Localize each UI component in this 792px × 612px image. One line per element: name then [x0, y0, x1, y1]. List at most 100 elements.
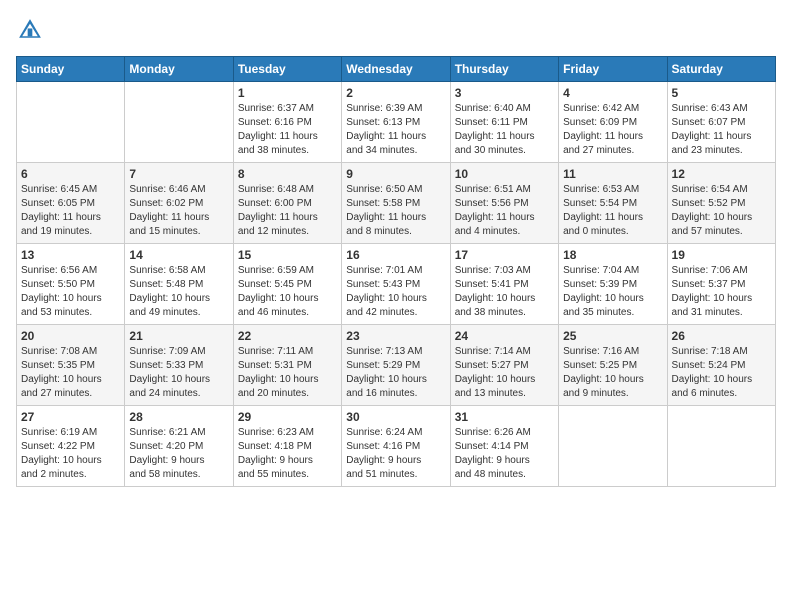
- day-number: 27: [21, 410, 120, 424]
- calendar-cell: 18 Sunrise: 7:04 AM Sunset: 5:39 PM Dayli…: [559, 244, 667, 325]
- weekday-header-friday: Friday: [559, 57, 667, 82]
- weekday-header-tuesday: Tuesday: [233, 57, 341, 82]
- day-info: Sunrise: 7:08 AM Sunset: 5:35 PM Dayligh…: [21, 345, 120, 401]
- calendar-cell: 8 Sunrise: 6:48 AM Sunset: 6:00 PM Daylig…: [233, 163, 341, 244]
- day-info: Sunrise: 7:18 AM Sunset: 5:24 PM Dayligh…: [672, 345, 771, 401]
- day-info: Sunrise: 6:23 AM Sunset: 4:18 PM Dayligh…: [238, 426, 337, 482]
- day-number: 18: [563, 248, 662, 262]
- day-info: Sunrise: 7:14 AM Sunset: 5:27 PM Dayligh…: [455, 345, 554, 401]
- calendar-cell: 7 Sunrise: 6:46 AM Sunset: 6:02 PM Daylig…: [125, 163, 233, 244]
- calendar-cell: 28 Sunrise: 6:21 AM Sunset: 4:20 PM Dayli…: [125, 406, 233, 487]
- day-number: 22: [238, 329, 337, 343]
- calendar-cell: 23Sunrise: 7:13 AM Sunset: 5:29 PM Dayli…: [342, 325, 450, 406]
- day-number: 17: [455, 248, 554, 262]
- day-info: Sunrise: 6:24 AM Sunset: 4:16 PM Dayligh…: [346, 426, 445, 482]
- day-info: Sunrise: 6:42 AM Sunset: 6:09 PM Dayligh…: [563, 102, 662, 158]
- day-info: Sunrise: 6:53 AM Sunset: 5:54 PM Dayligh…: [563, 183, 662, 239]
- day-number: 13: [21, 248, 120, 262]
- day-number: 28: [129, 410, 228, 424]
- day-number: 2: [346, 86, 445, 100]
- weekday-header-saturday: Saturday: [667, 57, 775, 82]
- calendar-cell: 12 Sunrise: 6:54 AM Sunset: 5:52 PM Dayli…: [667, 163, 775, 244]
- day-info: Sunrise: 7:13 AM Sunset: 5:29 PM Dayligh…: [346, 345, 445, 401]
- day-info: Sunrise: 6:19 AM Sunset: 4:22 PM Dayligh…: [21, 426, 120, 482]
- day-info: Sunrise: 6:46 AM Sunset: 6:02 PM Dayligh…: [129, 183, 228, 239]
- calendar-cell: 6 Sunrise: 6:45 AM Sunset: 6:05 PM Daylig…: [17, 163, 125, 244]
- day-info: Sunrise: 6:40 AM Sunset: 6:11 PM Dayligh…: [455, 102, 554, 158]
- calendar-cell: 16 Sunrise: 7:01 AM Sunset: 5:43 PM Dayli…: [342, 244, 450, 325]
- calendar-cell: 20 Sunrise: 7:08 AM Sunset: 5:35 PM Dayli…: [17, 325, 125, 406]
- calendar-cell: 4 Sunrise: 6:42 AM Sunset: 6:09 PM Daylig…: [559, 82, 667, 163]
- weekday-header-sunday: Sunday: [17, 57, 125, 82]
- page-header: [16, 16, 776, 44]
- day-info: Sunrise: 6:37 AM Sunset: 6:16 PM Dayligh…: [238, 102, 337, 158]
- day-number: 19: [672, 248, 771, 262]
- day-info: Sunrise: 6:21 AM Sunset: 4:20 PM Dayligh…: [129, 426, 228, 482]
- calendar-cell: 27 Sunrise: 6:19 AM Sunset: 4:22 PM Dayli…: [17, 406, 125, 487]
- day-info: Sunrise: 6:59 AM Sunset: 5:45 PM Dayligh…: [238, 264, 337, 320]
- week-row-1: 1Sunrise: 6:37 AM Sunset: 6:16 PM Daylig…: [17, 82, 776, 163]
- day-number: 14: [129, 248, 228, 262]
- day-info: Sunrise: 7:04 AM Sunset: 5:39 PM Dayligh…: [563, 264, 662, 320]
- day-number: 20: [21, 329, 120, 343]
- day-info: Sunrise: 6:56 AM Sunset: 5:50 PM Dayligh…: [21, 264, 120, 320]
- calendar-cell: 11 Sunrise: 6:53 AM Sunset: 5:54 PM Dayli…: [559, 163, 667, 244]
- day-info: Sunrise: 6:58 AM Sunset: 5:48 PM Dayligh…: [129, 264, 228, 320]
- day-number: 3: [455, 86, 554, 100]
- day-info: Sunrise: 7:11 AM Sunset: 5:31 PM Dayligh…: [238, 345, 337, 401]
- day-info: Sunrise: 6:43 AM Sunset: 6:07 PM Dayligh…: [672, 102, 771, 158]
- day-number: 6: [21, 167, 120, 181]
- logo-icon: [16, 16, 44, 44]
- calendar-cell: 15 Sunrise: 6:59 AM Sunset: 5:45 PM Dayli…: [233, 244, 341, 325]
- calendar-cell: 26 Sunrise: 7:18 AM Sunset: 5:24 PM Dayli…: [667, 325, 775, 406]
- calendar-cell: 14 Sunrise: 6:58 AM Sunset: 5:48 PM Dayli…: [125, 244, 233, 325]
- calendar-cell: 13 Sunrise: 6:56 AM Sunset: 5:50 PM Dayli…: [17, 244, 125, 325]
- day-info: Sunrise: 6:26 AM Sunset: 4:14 PM Dayligh…: [455, 426, 554, 482]
- day-number: 24: [455, 329, 554, 343]
- day-number: 25: [563, 329, 662, 343]
- day-number: 30: [346, 410, 445, 424]
- day-number: 15: [238, 248, 337, 262]
- week-row-4: 20 Sunrise: 7:08 AM Sunset: 5:35 PM Dayli…: [17, 325, 776, 406]
- week-row-5: 27 Sunrise: 6:19 AM Sunset: 4:22 PM Dayli…: [17, 406, 776, 487]
- week-row-2: 6 Sunrise: 6:45 AM Sunset: 6:05 PM Daylig…: [17, 163, 776, 244]
- calendar-cell: 9 Sunrise: 6:50 AM Sunset: 5:58 PM Daylig…: [342, 163, 450, 244]
- calendar-cell: 3 Sunrise: 6:40 AM Sunset: 6:11 PM Daylig…: [450, 82, 558, 163]
- day-number: 26: [672, 329, 771, 343]
- calendar-table: SundayMondayTuesdayWednesdayThursdayFrid…: [16, 56, 776, 487]
- calendar-cell: 21 Sunrise: 7:09 AM Sunset: 5:33 PM Dayli…: [125, 325, 233, 406]
- day-info: Sunrise: 6:39 AM Sunset: 6:13 PM Dayligh…: [346, 102, 445, 158]
- day-info: Sunrise: 7:09 AM Sunset: 5:33 PM Dayligh…: [129, 345, 228, 401]
- weekday-header-row: SundayMondayTuesdayWednesdayThursdayFrid…: [17, 57, 776, 82]
- day-number: 21: [129, 329, 228, 343]
- day-info: Sunrise: 6:48 AM Sunset: 6:00 PM Dayligh…: [238, 183, 337, 239]
- day-number: 11: [563, 167, 662, 181]
- calendar-cell: [17, 82, 125, 163]
- day-info: Sunrise: 6:54 AM Sunset: 5:52 PM Dayligh…: [672, 183, 771, 239]
- day-number: 16: [346, 248, 445, 262]
- day-number: 8: [238, 167, 337, 181]
- day-info: Sunrise: 7:01 AM Sunset: 5:43 PM Dayligh…: [346, 264, 445, 320]
- day-number: 4: [563, 86, 662, 100]
- day-info: Sunrise: 6:45 AM Sunset: 6:05 PM Dayligh…: [21, 183, 120, 239]
- day-info: Sunrise: 7:16 AM Sunset: 5:25 PM Dayligh…: [563, 345, 662, 401]
- calendar-cell: 5 Sunrise: 6:43 AM Sunset: 6:07 PM Daylig…: [667, 82, 775, 163]
- logo: [16, 16, 48, 44]
- day-info: Sunrise: 6:50 AM Sunset: 5:58 PM Dayligh…: [346, 183, 445, 239]
- day-number: 10: [455, 167, 554, 181]
- day-number: 12: [672, 167, 771, 181]
- weekday-header-thursday: Thursday: [450, 57, 558, 82]
- day-number: 9: [346, 167, 445, 181]
- weekday-header-monday: Monday: [125, 57, 233, 82]
- calendar-cell: 25 Sunrise: 7:16 AM Sunset: 5:25 PM Dayli…: [559, 325, 667, 406]
- day-number: 5: [672, 86, 771, 100]
- weekday-header-wednesday: Wednesday: [342, 57, 450, 82]
- calendar-cell: 17 Sunrise: 7:03 AM Sunset: 5:41 PM Dayli…: [450, 244, 558, 325]
- calendar-cell: 22 Sunrise: 7:11 AM Sunset: 5:31 PM Dayli…: [233, 325, 341, 406]
- day-info: Sunrise: 7:03 AM Sunset: 5:41 PM Dayligh…: [455, 264, 554, 320]
- week-row-3: 13 Sunrise: 6:56 AM Sunset: 5:50 PM Dayli…: [17, 244, 776, 325]
- calendar-cell: 2 Sunrise: 6:39 AM Sunset: 6:13 PM Daylig…: [342, 82, 450, 163]
- calendar-cell: [667, 406, 775, 487]
- day-number: 7: [129, 167, 228, 181]
- calendar-cell: 29Sunrise: 6:23 AM Sunset: 4:18 PM Dayli…: [233, 406, 341, 487]
